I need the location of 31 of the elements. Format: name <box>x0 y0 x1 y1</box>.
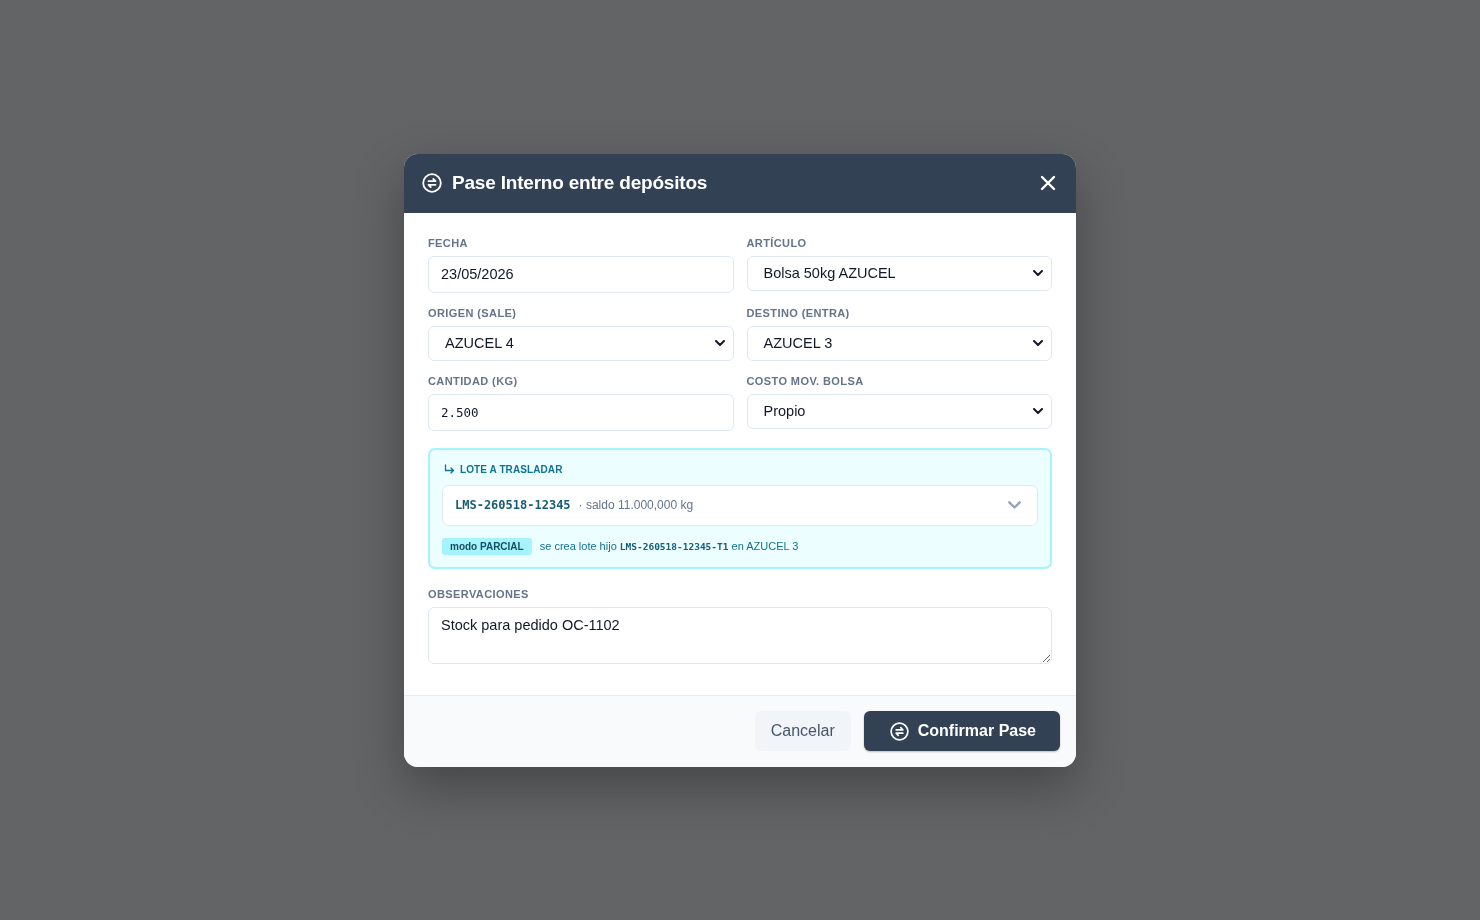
input-field[interactable]: 23/05/2026 <box>428 255 734 293</box>
dialog-title: Pase Interno entre depósitos <box>452 172 709 194</box>
select-field[interactable]: AZUCEL 3 <box>746 325 1052 361</box>
chevron-down-icon <box>1008 501 1021 509</box>
field-label: CANTIDAD (KG) <box>428 374 519 388</box>
select-field[interactable]: Bolsa 50kg AZUCEL <box>746 255 1052 291</box>
select-field[interactable]: Propio <box>746 393 1052 429</box>
section-heading: LOTE A TRASLADAR <box>460 463 563 475</box>
chevron-down-icon <box>1033 408 1043 414</box>
confirm-button[interactable]: Confirmar Pase <box>863 711 1060 751</box>
field-label: FECHA <box>428 236 469 250</box>
corner-down-right-arrow-icon <box>444 463 455 475</box>
chevron-down-icon <box>714 340 725 346</box>
chevron-down-icon <box>1033 340 1043 346</box>
input-field[interactable]: 2.500 <box>428 393 734 431</box>
chevron-down-icon <box>1033 270 1043 276</box>
close-icon <box>1040 175 1056 191</box>
field-label: COSTO MOV. BOLSA <box>746 374 865 388</box>
mode-badge: modo PARCIAL <box>442 537 532 555</box>
field-label: ORIGEN (SALE) <box>428 306 518 320</box>
lote-note: se crea lote hijo LMS-260518-12345-T1 en AZUCEL 3 <box>539 540 799 552</box>
field-label: DESTINO (ENTRA) <box>746 306 851 320</box>
select-field[interactable]: AZUCEL 4 <box>428 325 734 361</box>
close-button[interactable] <box>1038 173 1058 193</box>
field-label: OBSERVACIONES <box>428 587 530 601</box>
field-label: ARTÍCULO <box>746 236 808 250</box>
swap-arrows-icon <box>889 721 909 741</box>
textarea-field[interactable]: Stock para pedido OC-1102 <box>428 606 1052 664</box>
lote-select[interactable]: LMS-260518-12345 · saldo 11.000,000 kg <box>442 484 1038 526</box>
cancel-button[interactable]: Cancelar <box>754 711 851 751</box>
swap-arrows-icon <box>422 173 442 193</box>
